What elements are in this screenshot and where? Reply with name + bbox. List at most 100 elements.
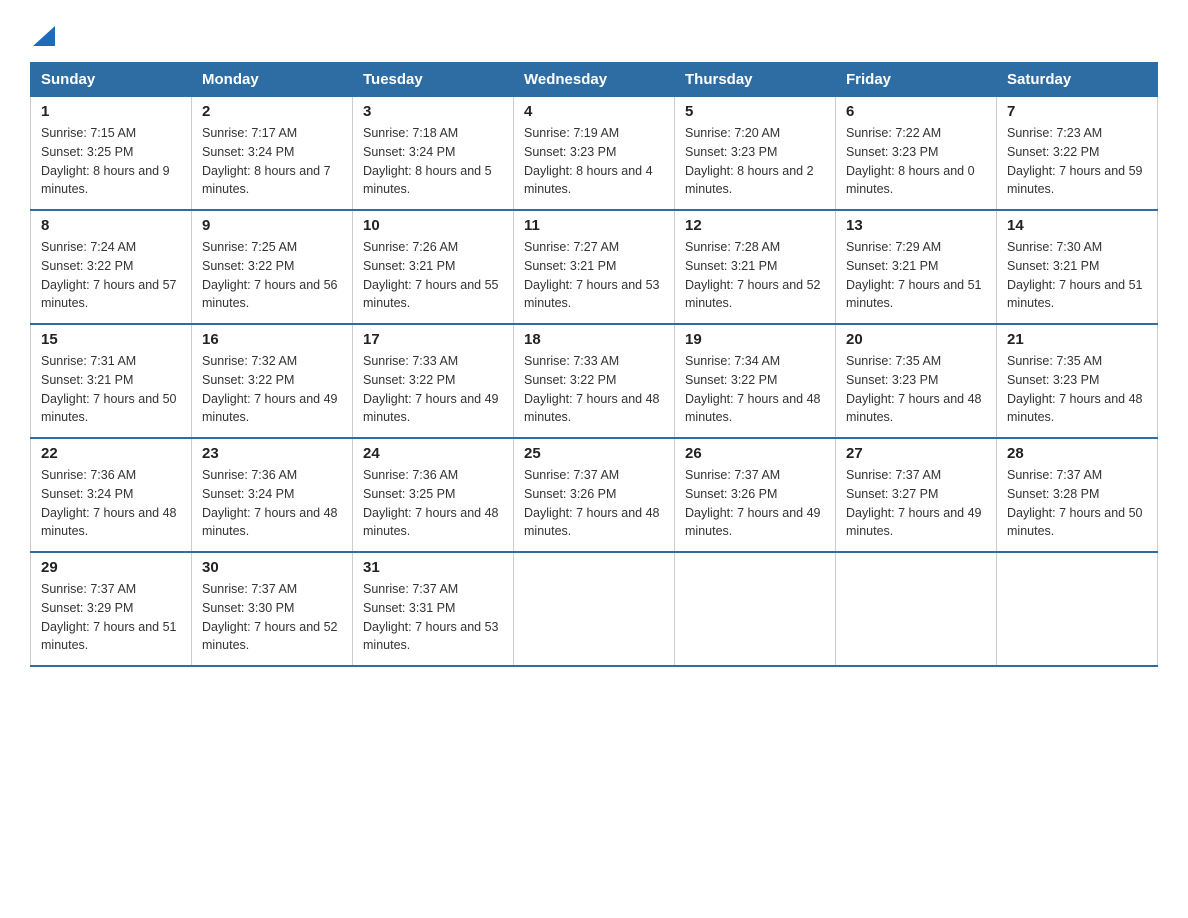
calendar-cell: 13 Sunrise: 7:29 AM Sunset: 3:21 PM Dayl… bbox=[836, 210, 997, 324]
calendar-cell: 17 Sunrise: 7:33 AM Sunset: 3:22 PM Dayl… bbox=[353, 324, 514, 438]
calendar-cell: 1 Sunrise: 7:15 AM Sunset: 3:25 PM Dayli… bbox=[31, 97, 192, 211]
calendar-cell: 2 Sunrise: 7:17 AM Sunset: 3:24 PM Dayli… bbox=[192, 97, 353, 211]
day-number: 24 bbox=[363, 445, 503, 462]
day-info: Sunrise: 7:37 AM Sunset: 3:30 PM Dayligh… bbox=[202, 580, 342, 655]
calendar-cell: 28 Sunrise: 7:37 AM Sunset: 3:28 PM Dayl… bbox=[997, 438, 1158, 552]
day-number: 8 bbox=[41, 217, 181, 234]
day-info: Sunrise: 7:33 AM Sunset: 3:22 PM Dayligh… bbox=[363, 352, 503, 427]
calendar-cell: 10 Sunrise: 7:26 AM Sunset: 3:21 PM Dayl… bbox=[353, 210, 514, 324]
day-number: 22 bbox=[41, 445, 181, 462]
calendar-week-row: 15 Sunrise: 7:31 AM Sunset: 3:21 PM Dayl… bbox=[31, 324, 1158, 438]
day-info: Sunrise: 7:36 AM Sunset: 3:25 PM Dayligh… bbox=[363, 466, 503, 541]
calendar-cell: 14 Sunrise: 7:30 AM Sunset: 3:21 PM Dayl… bbox=[997, 210, 1158, 324]
day-number: 3 bbox=[363, 103, 503, 120]
day-info: Sunrise: 7:36 AM Sunset: 3:24 PM Dayligh… bbox=[41, 466, 181, 541]
day-number: 2 bbox=[202, 103, 342, 120]
day-number: 10 bbox=[363, 217, 503, 234]
day-info: Sunrise: 7:17 AM Sunset: 3:24 PM Dayligh… bbox=[202, 124, 342, 199]
calendar-cell: 20 Sunrise: 7:35 AM Sunset: 3:23 PM Dayl… bbox=[836, 324, 997, 438]
day-info: Sunrise: 7:30 AM Sunset: 3:21 PM Dayligh… bbox=[1007, 238, 1147, 313]
calendar-cell: 6 Sunrise: 7:22 AM Sunset: 3:23 PM Dayli… bbox=[836, 97, 997, 211]
day-info: Sunrise: 7:37 AM Sunset: 3:26 PM Dayligh… bbox=[685, 466, 825, 541]
day-header-wednesday: Wednesday bbox=[514, 63, 675, 97]
day-number: 1 bbox=[41, 103, 181, 120]
calendar-cell: 18 Sunrise: 7:33 AM Sunset: 3:22 PM Dayl… bbox=[514, 324, 675, 438]
calendar-cell: 25 Sunrise: 7:37 AM Sunset: 3:26 PM Dayl… bbox=[514, 438, 675, 552]
day-number: 28 bbox=[1007, 445, 1147, 462]
day-number: 15 bbox=[41, 331, 181, 348]
calendar-cell: 12 Sunrise: 7:28 AM Sunset: 3:21 PM Dayl… bbox=[675, 210, 836, 324]
calendar-cell: 27 Sunrise: 7:37 AM Sunset: 3:27 PM Dayl… bbox=[836, 438, 997, 552]
day-info: Sunrise: 7:36 AM Sunset: 3:24 PM Dayligh… bbox=[202, 466, 342, 541]
day-number: 7 bbox=[1007, 103, 1147, 120]
day-info: Sunrise: 7:26 AM Sunset: 3:21 PM Dayligh… bbox=[363, 238, 503, 313]
day-info: Sunrise: 7:22 AM Sunset: 3:23 PM Dayligh… bbox=[846, 124, 986, 199]
calendar-cell bbox=[514, 552, 675, 666]
day-number: 9 bbox=[202, 217, 342, 234]
day-info: Sunrise: 7:31 AM Sunset: 3:21 PM Dayligh… bbox=[41, 352, 181, 427]
calendar-cell: 11 Sunrise: 7:27 AM Sunset: 3:21 PM Dayl… bbox=[514, 210, 675, 324]
calendar-cell: 15 Sunrise: 7:31 AM Sunset: 3:21 PM Dayl… bbox=[31, 324, 192, 438]
day-info: Sunrise: 7:32 AM Sunset: 3:22 PM Dayligh… bbox=[202, 352, 342, 427]
day-number: 17 bbox=[363, 331, 503, 348]
calendar-cell: 19 Sunrise: 7:34 AM Sunset: 3:22 PM Dayl… bbox=[675, 324, 836, 438]
day-info: Sunrise: 7:35 AM Sunset: 3:23 PM Dayligh… bbox=[846, 352, 986, 427]
day-info: Sunrise: 7:35 AM Sunset: 3:23 PM Dayligh… bbox=[1007, 352, 1147, 427]
calendar-cell: 7 Sunrise: 7:23 AM Sunset: 3:22 PM Dayli… bbox=[997, 97, 1158, 211]
calendar-cell bbox=[836, 552, 997, 666]
day-number: 11 bbox=[524, 217, 664, 234]
day-number: 25 bbox=[524, 445, 664, 462]
day-info: Sunrise: 7:37 AM Sunset: 3:28 PM Dayligh… bbox=[1007, 466, 1147, 541]
day-info: Sunrise: 7:33 AM Sunset: 3:22 PM Dayligh… bbox=[524, 352, 664, 427]
calendar-week-row: 29 Sunrise: 7:37 AM Sunset: 3:29 PM Dayl… bbox=[31, 552, 1158, 666]
logo-flag-icon bbox=[33, 20, 55, 46]
day-number: 4 bbox=[524, 103, 664, 120]
day-number: 18 bbox=[524, 331, 664, 348]
calendar-cell: 22 Sunrise: 7:36 AM Sunset: 3:24 PM Dayl… bbox=[31, 438, 192, 552]
day-info: Sunrise: 7:37 AM Sunset: 3:31 PM Dayligh… bbox=[363, 580, 503, 655]
day-number: 16 bbox=[202, 331, 342, 348]
day-info: Sunrise: 7:28 AM Sunset: 3:21 PM Dayligh… bbox=[685, 238, 825, 313]
calendar-week-row: 8 Sunrise: 7:24 AM Sunset: 3:22 PM Dayli… bbox=[31, 210, 1158, 324]
day-number: 5 bbox=[685, 103, 825, 120]
calendar-cell: 16 Sunrise: 7:32 AM Sunset: 3:22 PM Dayl… bbox=[192, 324, 353, 438]
day-number: 26 bbox=[685, 445, 825, 462]
calendar-cell bbox=[675, 552, 836, 666]
calendar-cell: 29 Sunrise: 7:37 AM Sunset: 3:29 PM Dayl… bbox=[31, 552, 192, 666]
day-number: 12 bbox=[685, 217, 825, 234]
day-number: 30 bbox=[202, 559, 342, 576]
day-number: 31 bbox=[363, 559, 503, 576]
calendar-cell: 5 Sunrise: 7:20 AM Sunset: 3:23 PM Dayli… bbox=[675, 97, 836, 211]
day-info: Sunrise: 7:34 AM Sunset: 3:22 PM Dayligh… bbox=[685, 352, 825, 427]
calendar-cell: 4 Sunrise: 7:19 AM Sunset: 3:23 PM Dayli… bbox=[514, 97, 675, 211]
day-header-thursday: Thursday bbox=[675, 63, 836, 97]
day-number: 20 bbox=[846, 331, 986, 348]
calendar-cell: 31 Sunrise: 7:37 AM Sunset: 3:31 PM Dayl… bbox=[353, 552, 514, 666]
day-info: Sunrise: 7:18 AM Sunset: 3:24 PM Dayligh… bbox=[363, 124, 503, 199]
calendar-cell: 30 Sunrise: 7:37 AM Sunset: 3:30 PM Dayl… bbox=[192, 552, 353, 666]
day-header-tuesday: Tuesday bbox=[353, 63, 514, 97]
day-number: 27 bbox=[846, 445, 986, 462]
calendar-table: SundayMondayTuesdayWednesdayThursdayFrid… bbox=[30, 62, 1158, 667]
calendar-cell: 23 Sunrise: 7:36 AM Sunset: 3:24 PM Dayl… bbox=[192, 438, 353, 552]
day-info: Sunrise: 7:20 AM Sunset: 3:23 PM Dayligh… bbox=[685, 124, 825, 199]
calendar-cell: 26 Sunrise: 7:37 AM Sunset: 3:26 PM Dayl… bbox=[675, 438, 836, 552]
calendar-cell: 24 Sunrise: 7:36 AM Sunset: 3:25 PM Dayl… bbox=[353, 438, 514, 552]
calendar-cell bbox=[997, 552, 1158, 666]
calendar-header-row: SundayMondayTuesdayWednesdayThursdayFrid… bbox=[31, 63, 1158, 97]
page-header bbox=[30, 20, 1158, 42]
day-info: Sunrise: 7:29 AM Sunset: 3:21 PM Dayligh… bbox=[846, 238, 986, 313]
day-number: 6 bbox=[846, 103, 986, 120]
day-number: 21 bbox=[1007, 331, 1147, 348]
day-number: 13 bbox=[846, 217, 986, 234]
calendar-cell: 8 Sunrise: 7:24 AM Sunset: 3:22 PM Dayli… bbox=[31, 210, 192, 324]
day-header-monday: Monday bbox=[192, 63, 353, 97]
day-info: Sunrise: 7:37 AM Sunset: 3:26 PM Dayligh… bbox=[524, 466, 664, 541]
day-info: Sunrise: 7:25 AM Sunset: 3:22 PM Dayligh… bbox=[202, 238, 342, 313]
day-header-saturday: Saturday bbox=[997, 63, 1158, 97]
day-number: 29 bbox=[41, 559, 181, 576]
calendar-cell: 21 Sunrise: 7:35 AM Sunset: 3:23 PM Dayl… bbox=[997, 324, 1158, 438]
day-info: Sunrise: 7:15 AM Sunset: 3:25 PM Dayligh… bbox=[41, 124, 181, 199]
day-info: Sunrise: 7:19 AM Sunset: 3:23 PM Dayligh… bbox=[524, 124, 664, 199]
calendar-cell: 3 Sunrise: 7:18 AM Sunset: 3:24 PM Dayli… bbox=[353, 97, 514, 211]
